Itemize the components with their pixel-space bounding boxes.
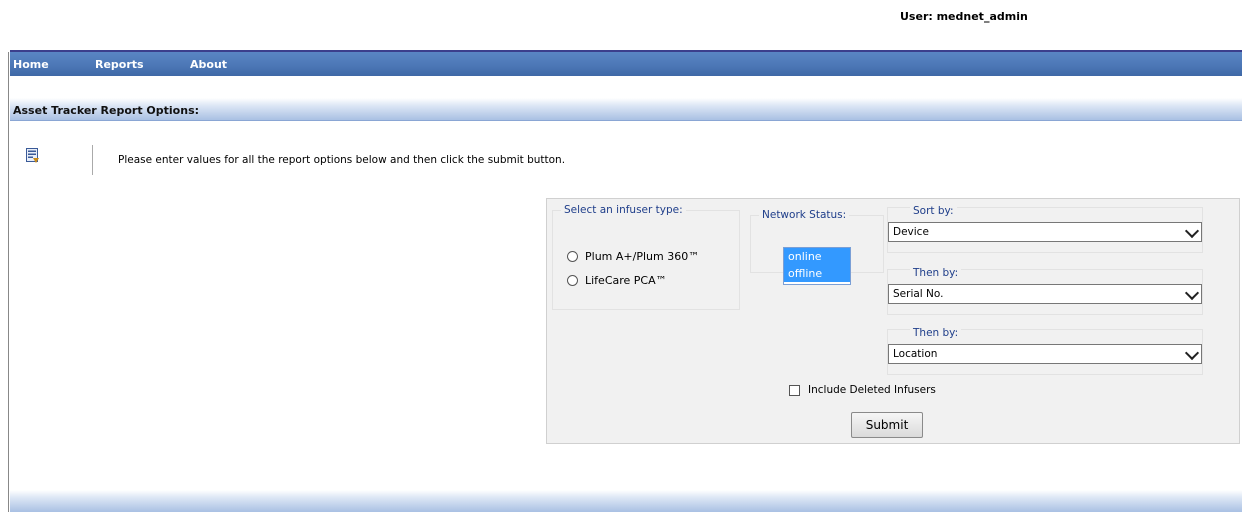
chevron-down-icon (1184, 345, 1200, 361)
nav-reports[interactable]: Reports (95, 58, 144, 71)
infuser-type-legend: Select an infuser type: (564, 204, 683, 216)
section-header: Asset Tracker Report Options: (10, 98, 1242, 121)
include-deleted-label: Include Deleted Infusers (808, 384, 936, 396)
radio-button[interactable] (567, 251, 578, 262)
chevron-down-icon (1184, 223, 1200, 239)
network-status-group: Network Status: online offline (750, 209, 884, 285)
radio-button[interactable] (567, 275, 578, 286)
nav-about[interactable]: About (190, 58, 227, 71)
sort-by-legend: Sort by: (910, 205, 957, 217)
nav-home[interactable]: Home (13, 58, 49, 71)
report-options-icon (26, 148, 40, 164)
include-deleted-checkbox[interactable] (789, 384, 800, 396)
report-options-panel: Select an infuser type: Plum A+/Plum 360… (546, 198, 1240, 444)
then-by-value-1: Serial No. (893, 288, 944, 300)
sort-by-group: Sort by: Device (887, 205, 1203, 253)
submit-button[interactable]: Submit (851, 412, 923, 438)
footer-bar (10, 490, 1242, 512)
chevron-down-icon (1184, 285, 1200, 301)
then-by-group-1: Then by: Serial No. (887, 267, 1203, 315)
nav-bar: Home Reports About (10, 52, 1242, 76)
left-border (8, 52, 9, 512)
instructions-text: Please enter values for all the report o… (118, 154, 566, 166)
infuser-option-plum[interactable]: Plum A+/Plum 360™ (567, 250, 699, 263)
sort-by-select[interactable]: Device (888, 222, 1202, 242)
then-by-select-2[interactable]: Location (888, 344, 1202, 364)
infuser-option-lifecare[interactable]: LifeCare PCA™ (567, 274, 667, 287)
then-by-value-2: Location (893, 348, 938, 360)
network-option-offline[interactable]: offline (784, 265, 850, 282)
icon-divider (92, 145, 93, 175)
section-title: Asset Tracker Report Options: (13, 104, 200, 117)
then-by-legend-1: Then by: (910, 267, 962, 279)
then-by-group-2: Then by: Location (887, 327, 1203, 375)
infuser-option-label: LifeCare PCA™ (585, 274, 667, 287)
network-option-online[interactable]: online (784, 248, 850, 265)
infuser-type-group: Select an infuser type: Plum A+/Plum 360… (552, 204, 740, 310)
infuser-option-label: Plum A+/Plum 360™ (585, 250, 700, 263)
then-by-select-1[interactable]: Serial No. (888, 284, 1202, 304)
include-deleted-row[interactable]: Include Deleted Infusers (789, 384, 936, 396)
sort-by-value: Device (893, 226, 929, 238)
network-status-listbox[interactable]: online offline (783, 247, 851, 285)
network-status-legend: Network Status: (762, 209, 847, 221)
user-label: User: mednet_admin (900, 10, 1028, 23)
then-by-legend-2: Then by: (910, 327, 962, 339)
